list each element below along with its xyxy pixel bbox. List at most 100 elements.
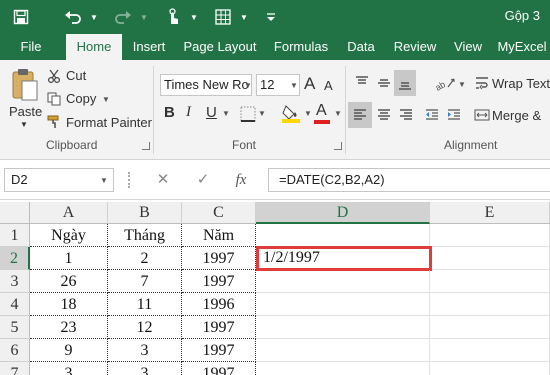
cell-b6[interactable]: 3 — [108, 339, 182, 362]
cell-d4[interactable] — [256, 293, 430, 316]
cell-e1[interactable] — [430, 224, 550, 247]
orientation-dropdown-icon[interactable]: ▼ — [458, 80, 466, 89]
touch-mode-icon[interactable] — [160, 5, 186, 29]
underline-button[interactable]: U — [206, 104, 217, 121]
wrap-text-label[interactable]: Wrap Text — [492, 76, 550, 91]
orientation-icon[interactable]: ab — [430, 72, 460, 94]
cell-b7[interactable]: 3 — [108, 362, 182, 375]
cell-d5[interactable] — [256, 316, 430, 339]
cell-b2[interactable]: 2 — [108, 247, 182, 270]
cell-a5[interactable]: 23 — [30, 316, 108, 339]
cell-d7[interactable] — [256, 362, 430, 375]
increase-indent-icon[interactable] — [444, 104, 464, 126]
format-painter-label[interactable]: Format Painter — [66, 115, 152, 130]
cell-c7[interactable]: 1997 — [182, 362, 256, 375]
tab-review[interactable]: Review — [386, 34, 444, 60]
column-header-b[interactable]: B — [108, 202, 182, 224]
merge-center-icon[interactable] — [472, 104, 492, 126]
increase-font-icon[interactable]: A — [304, 74, 315, 94]
cell-b1[interactable]: Tháng — [108, 224, 182, 247]
underline-dropdown-icon[interactable]: ▼ — [222, 109, 230, 118]
select-all-corner[interactable] — [0, 202, 30, 224]
cell-c4[interactable]: 1996 — [182, 293, 256, 316]
cell-c2[interactable]: 1997 — [182, 247, 256, 270]
align-bottom-icon[interactable] — [394, 70, 416, 96]
clipboard-launcher-icon[interactable] — [142, 142, 150, 150]
align-top-icon[interactable] — [352, 72, 372, 94]
font-name-dropdown-icon[interactable]: ▼ — [244, 81, 252, 90]
column-header-c[interactable]: C — [182, 202, 256, 224]
align-middle-icon[interactable] — [374, 72, 394, 94]
cell-c3[interactable]: 1997 — [182, 270, 256, 293]
formula-bar-grip[interactable] — [128, 172, 130, 188]
wrap-text-icon[interactable] — [472, 72, 492, 94]
tab-view[interactable]: View — [448, 34, 488, 60]
cell-d1[interactable] — [256, 224, 430, 247]
align-center-icon[interactable] — [374, 104, 394, 126]
paste-icon[interactable] — [8, 66, 42, 104]
cell-c6[interactable]: 1997 — [182, 339, 256, 362]
tab-myexcel[interactable]: MyExcel — [494, 34, 550, 60]
table-dropdown-icon[interactable]: ▼ — [238, 5, 250, 29]
merge-center-label[interactable]: Merge & — [492, 108, 541, 123]
cell-b5[interactable]: 12 — [108, 316, 182, 339]
copy-dropdown-icon[interactable]: ▼ — [102, 95, 110, 104]
touch-mode-dropdown-icon[interactable]: ▼ — [188, 5, 200, 29]
cut-label[interactable]: Cut — [66, 68, 86, 83]
undo-dropdown-icon[interactable]: ▼ — [88, 5, 100, 29]
decrease-font-icon[interactable]: A — [324, 78, 333, 93]
column-header-d[interactable]: D — [256, 202, 430, 224]
borders-dropdown-icon[interactable]: ▼ — [258, 109, 266, 118]
row-header-7[interactable]: 7 — [0, 362, 30, 375]
cell-a7[interactable]: 3 — [30, 362, 108, 375]
cell-a6[interactable]: 9 — [30, 339, 108, 362]
row-header-1[interactable]: 1 — [0, 224, 30, 247]
name-box[interactable]: D2 — [4, 168, 114, 192]
font-name-box[interactable]: Times New Ro — [160, 74, 252, 96]
cell-e6[interactable] — [430, 339, 550, 362]
table-icon[interactable] — [210, 5, 236, 29]
cell-c1[interactable]: Năm — [182, 224, 256, 247]
column-header-a[interactable]: A — [30, 202, 108, 224]
insert-function-icon[interactable]: fx — [228, 168, 254, 192]
align-left-icon[interactable] — [348, 102, 372, 128]
cell-b3[interactable]: 7 — [108, 270, 182, 293]
cell-d2-selected[interactable]: 1/2/1997 — [256, 246, 432, 271]
tab-insert[interactable]: Insert — [124, 34, 174, 60]
bold-button[interactable]: B — [164, 104, 175, 121]
customize-qat-icon[interactable] — [262, 5, 280, 29]
fill-color-icon[interactable] — [280, 102, 302, 124]
tab-home[interactable]: Home — [66, 34, 122, 60]
cell-a1[interactable]: Ngày — [30, 224, 108, 247]
row-header-5[interactable]: 5 — [0, 316, 30, 339]
font-color-dropdown-icon[interactable]: ▼ — [334, 109, 342, 118]
font-color-glyph[interactable]: A — [316, 102, 327, 120]
cell-e5[interactable] — [430, 316, 550, 339]
cell-a2[interactable]: 1 — [30, 247, 108, 270]
row-header-4[interactable]: 4 — [0, 293, 30, 316]
paste-dropdown-icon[interactable]: ▼ — [20, 120, 28, 129]
cell-a4[interactable]: 18 — [30, 293, 108, 316]
format-painter-icon[interactable] — [46, 114, 62, 130]
borders-icon[interactable] — [238, 104, 258, 124]
cell-b4[interactable]: 11 — [108, 293, 182, 316]
font-size-dropdown-icon[interactable]: ▼ — [290, 81, 298, 90]
cell-c5[interactable]: 1997 — [182, 316, 256, 339]
italic-button[interactable]: I — [186, 104, 191, 121]
row-header-2[interactable]: 2 — [0, 247, 30, 270]
paste-label[interactable]: Paste — [9, 104, 42, 119]
copy-label[interactable]: Copy — [66, 91, 96, 106]
fill-color-dropdown-icon[interactable]: ▼ — [304, 109, 312, 118]
cell-d3[interactable] — [256, 270, 430, 293]
cell-a3[interactable]: 26 — [30, 270, 108, 293]
copy-icon[interactable] — [46, 91, 62, 107]
formula-input[interactable]: =DATE(C2,B2,A2) — [268, 168, 550, 192]
tab-formulas[interactable]: Formulas — [266, 34, 336, 60]
font-launcher-icon[interactable] — [334, 142, 342, 150]
cell-e3[interactable] — [430, 270, 550, 293]
tab-data[interactable]: Data — [340, 34, 382, 60]
align-right-icon[interactable] — [396, 104, 416, 126]
cell-e4[interactable] — [430, 293, 550, 316]
tab-file[interactable]: File — [8, 34, 54, 60]
tab-page-layout[interactable]: Page Layout — [178, 34, 262, 60]
